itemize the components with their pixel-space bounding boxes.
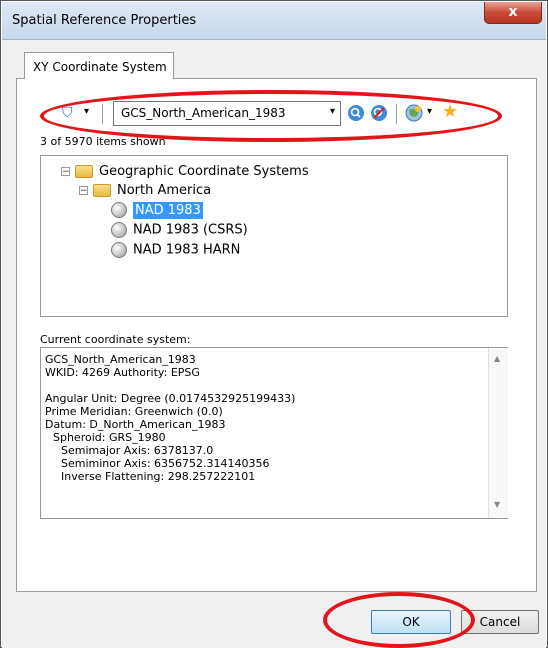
info-line: Prime Meridian: Greenwich (0.0): [45, 405, 223, 418]
tree-item-label: NAD 1983 HARN: [133, 242, 241, 258]
info-line: Semimajor Axis: 6378137.0: [61, 444, 214, 457]
tree-item-nad-1983-csrs[interactable]: NAD 1983 (CSRS): [111, 222, 248, 238]
tab-xy-coordinate-system[interactable]: XY Coordinate System: [24, 52, 174, 79]
scroll-up-icon[interactable]: ▲: [494, 354, 500, 363]
highlight-ellipse-ok: [323, 592, 475, 648]
coordinate-system-tree[interactable]: − Geographic Coordinate Systems − North Am…: [40, 155, 508, 317]
close-button[interactable]: x: [484, 2, 542, 24]
current-cs-details[interactable]: GCS_North_American_1983 WKID: 4269 Autho…: [40, 347, 508, 519]
info-line: Angular Unit: Degree (0.0174532925199433…: [45, 392, 296, 405]
tree-node-north-america[interactable]: − North America: [79, 183, 211, 198]
globe-icon: [111, 222, 127, 238]
globe-icon: [111, 202, 127, 218]
tree-item-label: NAD 1983 (CSRS): [133, 222, 248, 238]
tree-item-label: NAD 1983: [133, 201, 203, 219]
info-line: Spheroid: GRS_1980: [53, 431, 166, 444]
info-line: GCS_North_American_1983: [45, 353, 196, 366]
info-line: Inverse Flattening: 298.257222101: [61, 470, 256, 483]
highlight-ellipse-toolbar: [40, 90, 502, 142]
info-line: Datum: D_North_American_1983: [45, 418, 226, 431]
globe-icon: [111, 242, 127, 258]
current-cs-label: Current coordinate system:: [40, 333, 191, 346]
folder-icon: [75, 165, 93, 178]
tree-node-label: North America: [117, 183, 212, 198]
tree-node-label: Geographic Coordinate Systems: [99, 164, 309, 179]
tree-item-nad-1983[interactable]: NAD 1983: [111, 201, 203, 219]
tree-item-nad-1983-harn[interactable]: NAD 1983 HARN: [111, 242, 240, 258]
info-line: Semiminor Axis: 6356752.314140356: [61, 457, 270, 470]
vertical-scrollbar[interactable]: ▲ ▼: [488, 348, 508, 518]
collapse-icon[interactable]: −: [79, 186, 88, 196]
collapse-icon[interactable]: −: [61, 167, 70, 177]
info-line: WKID: 4269 Authority: EPSG: [45, 366, 200, 379]
folder-icon: [93, 184, 111, 197]
scroll-down-icon[interactable]: ▼: [494, 500, 500, 509]
title-bar[interactable]: Spatial Reference Properties x: [2, 2, 546, 40]
tree-node-geographic[interactable]: − Geographic Coordinate Systems: [61, 164, 309, 179]
window-title: Spatial Reference Properties: [12, 13, 197, 28]
